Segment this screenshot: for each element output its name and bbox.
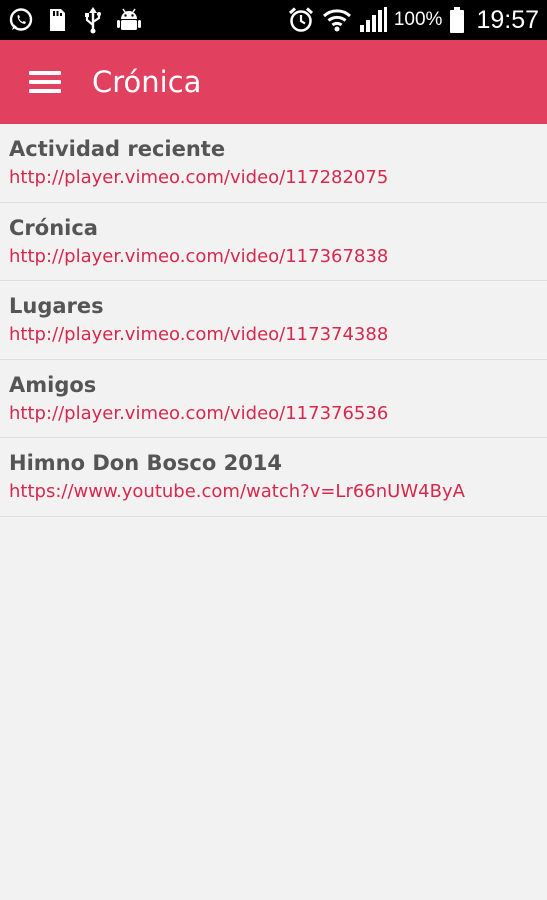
list-item[interactable]: Crónica http://player.vimeo.com/video/11… xyxy=(0,202,547,281)
sd-card-icon xyxy=(42,5,72,35)
clock: 19:57 xyxy=(476,5,539,34)
menu-button[interactable] xyxy=(0,40,90,124)
battery-icon xyxy=(448,5,466,35)
list-item[interactable]: Himno Don Bosco 2014 https://www.youtube… xyxy=(0,438,547,517)
hamburger-menu-icon xyxy=(29,66,61,98)
item-link[interactable]: http://player.vimeo.com/video/117282075 xyxy=(9,164,538,192)
item-title: Actividad reciente xyxy=(9,137,226,161)
video-list: Actividad reciente http://player.vimeo.c… xyxy=(0,124,547,517)
android-icon xyxy=(114,5,144,35)
item-link[interactable]: http://player.vimeo.com/video/117367838 xyxy=(9,243,538,271)
app-bar: Crónica xyxy=(0,40,547,124)
item-title: Himno Don Bosco 2014 xyxy=(9,451,283,475)
usb-icon xyxy=(78,5,108,35)
item-link[interactable]: http://player.vimeo.com/video/117374388 xyxy=(9,321,538,349)
signal-icon xyxy=(358,5,388,35)
status-bar: 100% 19:57 xyxy=(0,0,547,40)
app-title: Crónica xyxy=(92,65,202,99)
whatsapp-icon xyxy=(6,5,36,35)
item-title: Amigos xyxy=(9,372,97,397)
status-bar-left xyxy=(0,5,144,35)
alarm-icon xyxy=(286,5,316,35)
wifi-icon xyxy=(322,5,352,35)
item-link[interactable]: http://player.vimeo.com/video/117376536 xyxy=(9,400,538,428)
list-item[interactable]: Lugares http://player.vimeo.com/video/11… xyxy=(0,281,547,360)
battery-percent: 100% xyxy=(393,9,443,30)
item-title: Crónica xyxy=(9,215,98,240)
status-bar-right: 100% 19:57 xyxy=(286,5,547,35)
item-title: Lugares xyxy=(9,294,104,318)
list-item[interactable]: Amigos http://player.vimeo.com/video/117… xyxy=(0,359,547,438)
list-item[interactable]: Actividad reciente http://player.vimeo.c… xyxy=(0,124,547,203)
item-link[interactable]: https://www.youtube.com/watch?v=Lr66nUW4… xyxy=(9,478,538,506)
